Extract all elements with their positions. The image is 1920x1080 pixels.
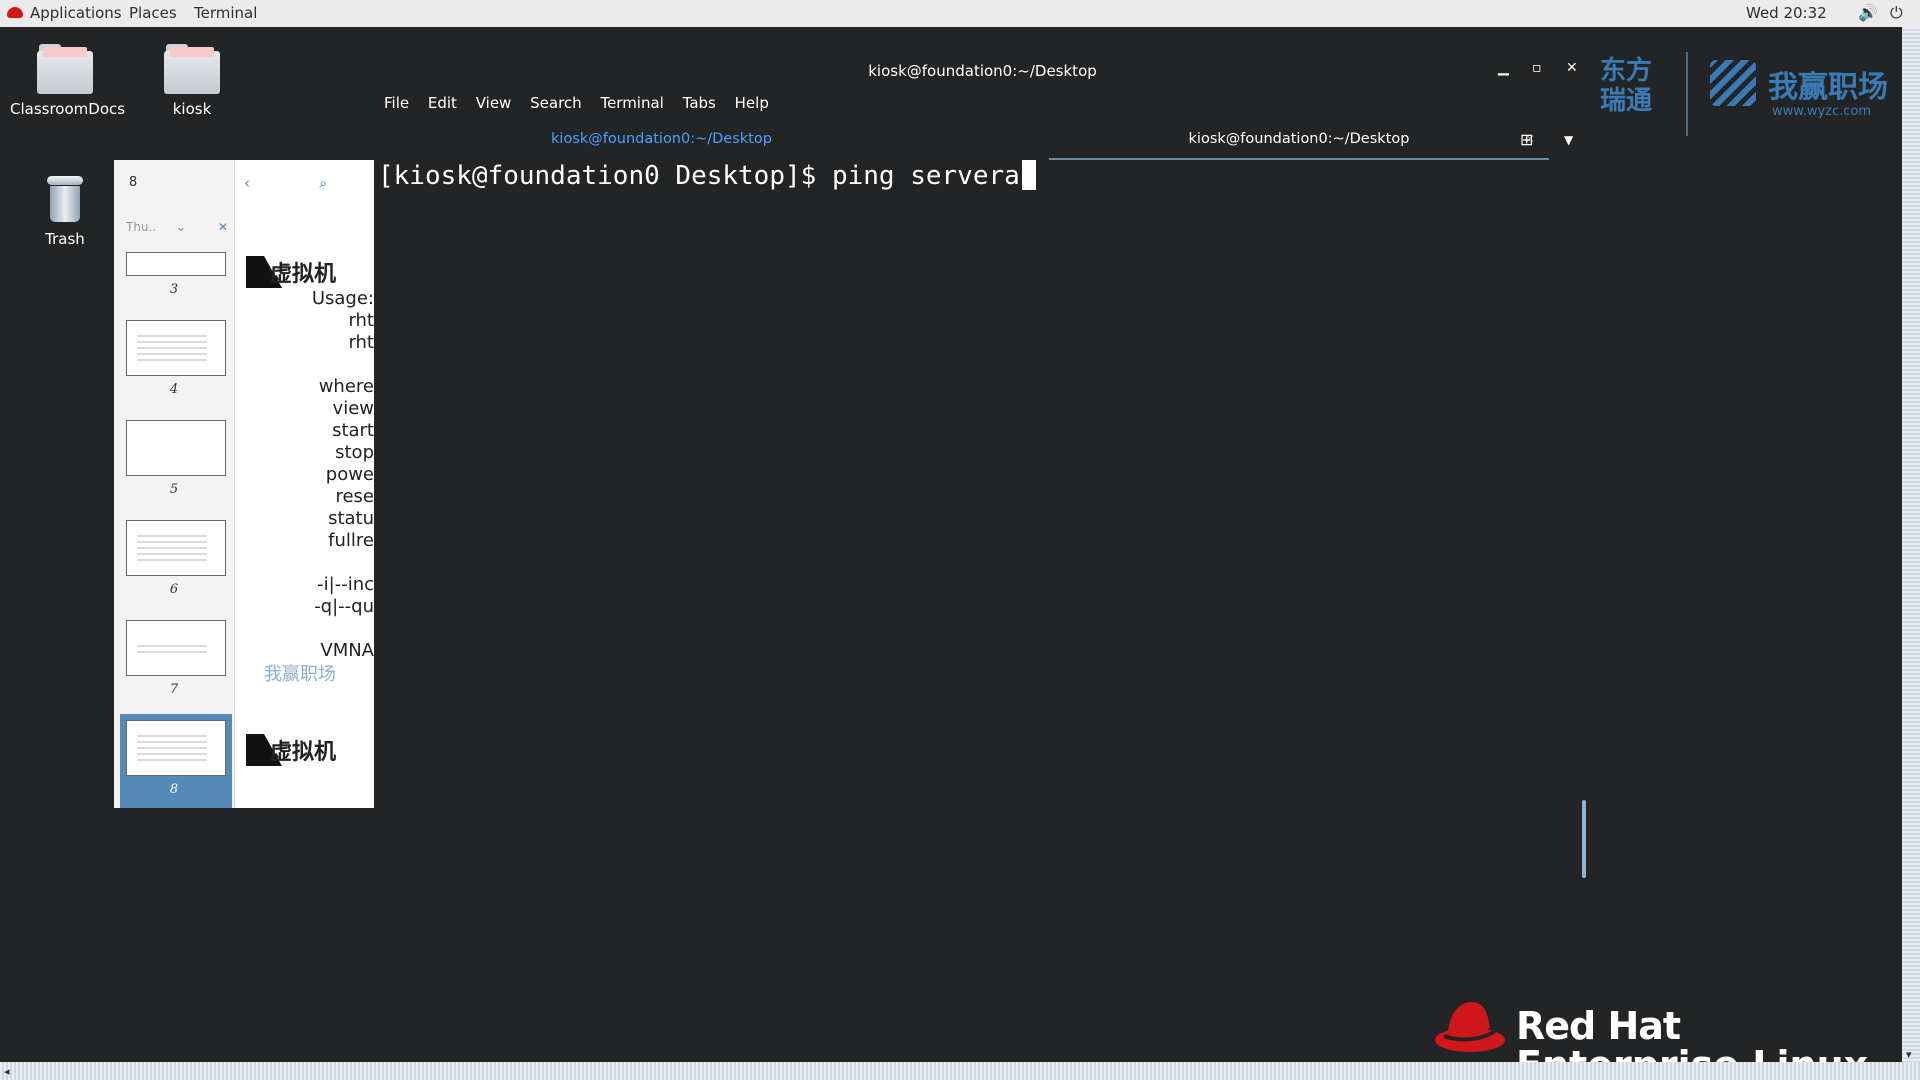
doc-line: VMNA <box>320 640 374 661</box>
watermark: 我赢职场 <box>264 664 336 685</box>
doc-line: Usage: <box>311 288 374 309</box>
close-icon[interactable]: ✕ <box>218 220 228 234</box>
top-panel: Applications Places Terminal Wed 20:32 🔊… <box>0 0 1920 27</box>
scroll-down-icon[interactable]: ▾ <box>1906 1048 1912 1061</box>
logo-text: 东方 <box>1600 56 1653 86</box>
doc-line: rese <box>335 486 374 507</box>
thumbnail-label: 4 <box>169 382 179 397</box>
thumbnail-label: 5 <box>169 482 179 497</box>
doc-line: stop <box>335 442 374 463</box>
tab-label: kiosk@foundation0:~/Desktop <box>1188 131 1410 147</box>
volume-icon[interactable]: 🔊 <box>1858 3 1878 22</box>
desktop-icon-kiosk[interactable]: kiosk <box>147 44 237 118</box>
page-heading: 虚拟机 <box>270 262 337 287</box>
doc-line: statu <box>328 508 374 529</box>
maximize-button[interactable]: ▫ <box>1532 60 1542 76</box>
menu-search[interactable]: Search <box>530 94 582 112</box>
doc-line: -i|--inc <box>317 574 374 595</box>
chevron-down-icon[interactable]: ▼ <box>1564 133 1573 147</box>
terminal-tabs: kiosk@foundation0:~/Desktop kiosk@founda… <box>384 128 1549 160</box>
thumbnail-dropdown[interactable]: Thu.. <box>126 220 156 234</box>
folder-icon <box>37 44 93 94</box>
tab-label: kiosk@foundation0:~/Desktop <box>551 131 772 147</box>
minimize-button[interactable]: ▁ <box>1498 60 1509 76</box>
menu-help[interactable]: Help <box>735 94 769 112</box>
redhat-wordmark: Red Hat <box>1516 1004 1681 1048</box>
tab-2[interactable]: kiosk@foundation0:~/Desktop ✕ <box>1049 128 1549 160</box>
places-menu[interactable]: Places <box>129 4 177 22</box>
page-thumbnail[interactable] <box>126 252 226 276</box>
desktop-icon-classroomdocs[interactable]: ClassroomDocs <box>10 44 126 118</box>
folder-icon <box>164 44 220 94</box>
thumbnail-label: 3 <box>169 282 179 297</box>
page-thumbnail-selected[interactable] <box>126 720 226 776</box>
logo-divider <box>1686 52 1688 136</box>
menu-terminal[interactable]: Terminal <box>600 94 663 112</box>
logo-text: 瑞通 <box>1600 86 1653 116</box>
desktop-icon-label: Trash <box>45 230 85 248</box>
doc-line: fullre <box>328 530 374 551</box>
vertical-scrollbar[interactable] <box>1902 27 1920 1067</box>
thumbnail-sidebar: 8 ‹ ⌕ Thu.. ⌄ ✕ 3 4 5 6 7 8 <box>114 160 327 808</box>
wyzc-url: www.wyzc.com <box>1772 104 1872 119</box>
desktop-icon-label: kiosk <box>172 100 212 118</box>
page-thumbnail[interactable] <box>126 320 226 376</box>
text-cursor <box>1021 160 1036 190</box>
document-text: Usage: rht rht where view start stop pow… <box>234 288 374 662</box>
trash-icon <box>47 174 83 224</box>
desktop-icon-trash[interactable]: Trash <box>20 174 110 248</box>
dongfang-ruitong-logo: 东方 瑞通 <box>1600 56 1652 116</box>
terminal-menubar: File Edit View Search Terminal Tabs Help <box>384 94 783 112</box>
window-title: kiosk@foundation0:~/Desktop <box>868 62 1097 80</box>
power-icon[interactable]: ⏻ <box>1890 3 1903 23</box>
page-thumbnail[interactable] <box>126 620 226 676</box>
menu-view[interactable]: View <box>476 94 512 112</box>
document-page: 虚拟机 Usage: rht rht where view start stop… <box>234 160 374 808</box>
thumbnail-label: 6 <box>169 582 179 597</box>
close-button[interactable]: ✕ <box>1566 60 1578 76</box>
horizontal-scrollbar[interactable] <box>0 1062 1920 1080</box>
new-tab-icon[interactable]: ⊞ <box>1520 130 1533 149</box>
page-number[interactable]: 8 <box>129 175 137 190</box>
doc-line <box>234 552 374 574</box>
tab-1[interactable]: kiosk@foundation0:~/Desktop <box>384 128 939 158</box>
wyzc-mark-icon <box>1710 60 1756 106</box>
doc-line: start <box>332 420 374 441</box>
doc-line <box>234 618 374 640</box>
applications-menu[interactable]: Applications <box>30 4 122 22</box>
page-heading: 虚拟机 <box>270 740 337 765</box>
terminal-scrollbar[interactable] <box>1582 800 1586 878</box>
page-thumbnail[interactable] <box>126 420 226 476</box>
redhat-subtitle: Enterprise Linux <box>1516 1046 1868 1062</box>
doc-line <box>234 354 374 376</box>
doc-line: rht <box>348 332 374 353</box>
document-viewer: 8 ‹ ⌕ Thu.. ⌄ ✕ 3 4 5 6 7 8 虚拟机 Usage: r… <box>114 160 374 808</box>
doc-line: -q|--qu <box>314 596 374 617</box>
terminal-output[interactable]: [kiosk@foundation0 Desktop]$ ping server… <box>378 160 1036 191</box>
wyzc-logo: 我赢职场 <box>1768 70 1888 105</box>
doc-line: where <box>318 376 374 397</box>
doc-line: view <box>332 398 374 419</box>
desktop-icon-label: ClassroomDocs <box>10 100 126 118</box>
menu-edit[interactable]: Edit <box>428 94 457 112</box>
scroll-left-icon[interactable]: ◂ <box>4 1065 10 1078</box>
chevron-down-icon[interactable]: ⌄ <box>176 220 186 234</box>
doc-line: powe <box>325 464 374 485</box>
redhat-menu-icon <box>7 7 23 18</box>
terminal-app-menu[interactable]: Terminal <box>194 4 257 22</box>
thumbnail-label: 7 <box>169 682 179 697</box>
prompt-line: [kiosk@foundation0 Desktop]$ ping server… <box>378 161 1020 191</box>
menu-file[interactable]: File <box>384 94 409 112</box>
page-thumbnail[interactable] <box>126 520 226 576</box>
menu-tabs[interactable]: Tabs <box>683 94 716 112</box>
clock[interactable]: Wed 20:32 <box>1746 4 1827 22</box>
redhat-logo-icon <box>1435 1002 1505 1052</box>
thumbnail-label: 8 <box>169 782 179 797</box>
doc-line: rht <box>348 310 374 331</box>
